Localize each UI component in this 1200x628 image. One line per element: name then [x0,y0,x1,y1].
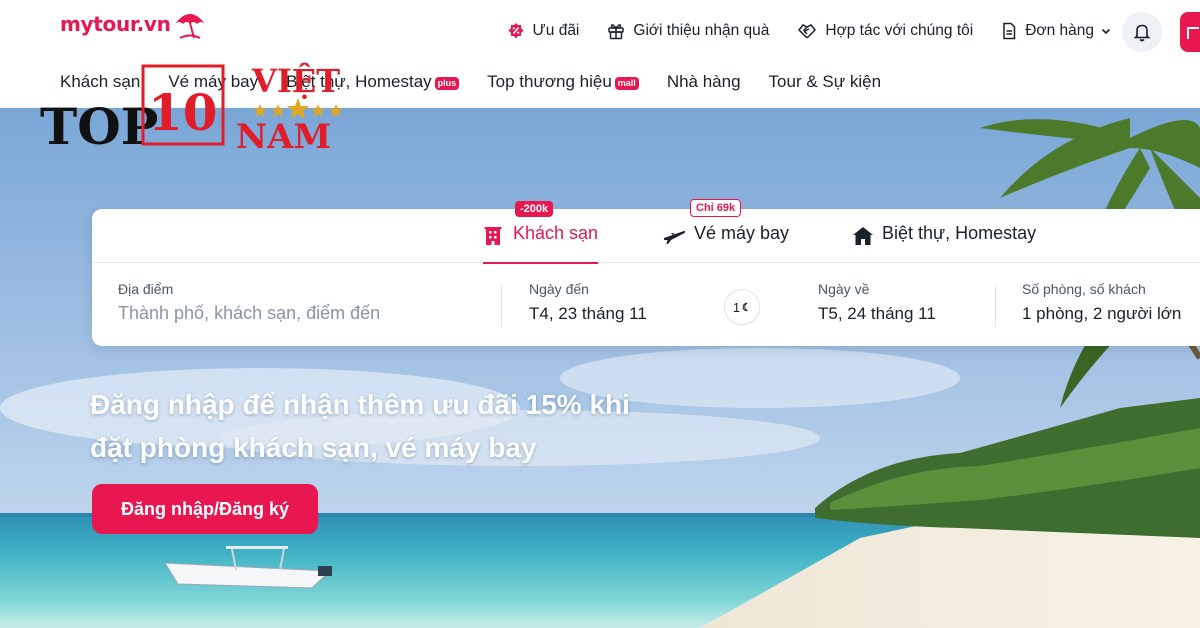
checkin-label: Ngày đến [529,281,589,297]
topnav-deals-label: Ưu đãi [532,22,580,39]
mainnav-villas[interactable]: Biệt thự, Homestay plus [286,72,460,92]
mainnav-restaurants-label: Nhà hàng [666,72,741,91]
tab-villas-label: Biệt thự, Homestay [882,223,1037,243]
moon-icon [742,302,748,312]
mainnav-flights[interactable]: Vé máy bay [168,72,258,92]
checkin-value: T4, 23 tháng 11 [529,304,647,323]
handshake-icon [798,24,817,39]
checkin-field[interactable]: Ngày đến T4, 23 tháng 11 [529,281,647,324]
search-card: -200k Khách sạn Chỉ 69k Vé máy bay Biệt … [92,199,1200,346]
location-label: Địa điểm [118,281,174,297]
airplane-icon [664,231,686,244]
location-input[interactable]: Thành phố, khách sạn, điểm đến [118,303,488,324]
topnav-orders[interactable]: Đơn hàng [1001,18,1112,44]
mainnav-flights-label: Vé máy bay [168,72,259,91]
mainnav-hotels-label: Khách sạn [60,72,141,91]
main-navigation: Khách sạn Vé máy bay Biệt thự, Homestay … [60,72,909,92]
logo-text: mytour.vn [60,12,171,36]
topnav-partnership[interactable]: Hợp tác với chúng tôi [797,18,973,44]
topnav-referral[interactable]: Giới thiệu nhận quà [607,18,769,44]
search-tabs: -200k Khách sạn Chỉ 69k Vé máy bay Biệt … [92,199,1200,264]
promo-line-1: Đăng nhập để nhận thêm ưu đãi 15% khi [90,389,630,420]
gift-icon [608,24,625,40]
mainnav-tours-label: Tour & Sự kiện [768,72,882,91]
umbrella-icon [174,14,205,39]
login-register-button[interactable]: Đăng nhập/Đăng ký [92,484,318,534]
nights-counter: 1 [724,289,760,325]
mytour-logo[interactable]: mytour.vn [60,12,208,40]
guests-field[interactable]: Số phòng, số khách 1 phòng, 2 người lớn [1022,281,1200,324]
divider [501,285,502,327]
document-icon [1003,22,1016,40]
divider [995,285,996,327]
topnav-partnership-label: Hợp tác với chúng tôi [825,22,974,39]
site-header: mytour.vn Ưu đãi Giới thiệu nhận quà Hợp… [0,0,1200,108]
chevron-down-icon [1101,28,1111,35]
mainnav-top-brands-label: Top thương hiệu [487,72,612,91]
hero-background [0,108,1200,628]
login-promo-text: Đăng nhập để nhận thêm ưu đãi 15% khi đặ… [90,383,730,469]
flights-price-badge: Chỉ 69k [690,199,742,217]
guests-label: Số phòng, số khách [1022,281,1146,297]
tab-hotels-label: Khách sạn [513,223,599,243]
bell-icon [1133,24,1151,42]
top-navigation: Ưu đãi Giới thiệu nhận quà Hợp tác với c… [507,12,1200,52]
mainnav-hotels[interactable]: Khách sạn [60,72,140,92]
checkout-label: Ngày về [818,281,870,297]
promo-line-2: đặt phòng khách sạn, vé máy bay [90,432,537,463]
tab-flights[interactable]: Chỉ 69k Vé máy bay [662,199,790,263]
nights-value: 1 [732,299,741,315]
mall-badge: mall [614,76,639,90]
guests-value: 1 phòng, 2 người lớn [1022,304,1182,323]
topnav-orders-label: Đơn hàng [1025,22,1094,39]
checkout-field[interactable]: Ngày về T5, 24 tháng 11 [818,281,936,324]
tab-flights-label: Vé máy bay [694,223,790,243]
location-field[interactable]: Địa điểm Thành phố, khách sạn, điểm đến [118,281,488,324]
tab-hotels[interactable]: -200k Khách sạn [483,201,599,264]
notification-button[interactable] [1122,12,1162,52]
plus-badge: plus [434,76,460,90]
beach-scene-image [0,108,1200,628]
percent-badge-icon [508,23,524,39]
topnav-referral-label: Giới thiệu nhận quà [633,22,770,39]
mainnav-restaurants[interactable]: Nhà hàng [667,72,741,92]
mainnav-top-brands[interactable]: Top thương hiệu mall [487,72,639,92]
tab-villas[interactable]: Biệt thự, Homestay [852,223,1036,263]
hotels-discount-badge: -200k [515,201,554,217]
mainnav-villas-label: Biệt thự, Homestay [286,72,432,91]
topnav-deals[interactable]: Ưu đãi [507,18,580,44]
account-button[interactable] [1180,12,1200,52]
house-icon [853,227,873,245]
checkout-value: T5, 24 tháng 11 [818,304,936,323]
mainnav-tours[interactable]: Tour & Sự kiện [769,72,881,92]
hotel-icon [484,227,502,245]
